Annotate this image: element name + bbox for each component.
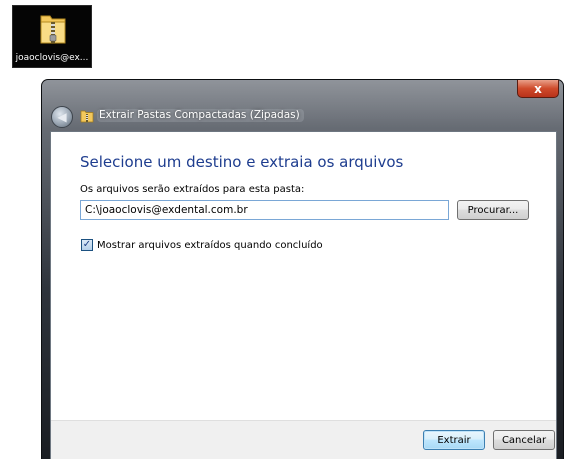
extract-dialog: x ◀ Extrair Pastas Compactadas (Zipadas)…	[41, 79, 564, 459]
window-title: Extrair Pastas Compactadas (Zipadas)	[97, 109, 304, 122]
dialog-footer: Extrair Cancelar	[51, 420, 556, 459]
desktop-zip-shortcut[interactable]: joaoclovis@ex...	[12, 5, 92, 68]
dialog-content: Selecione um destino e extraia os arquiv…	[50, 131, 557, 459]
dialog-heading: Selecione um destino e extraia os arquiv…	[80, 153, 404, 171]
checkmark-icon: ✓	[82, 239, 92, 250]
show-extracted-checkbox[interactable]: ✓	[81, 239, 93, 251]
show-extracted-label: Mostrar arquivos extraídos quando conclu…	[97, 239, 323, 251]
screen: joaoclovis@ex... x ◀ Extrair Pastas Comp…	[0, 0, 569, 459]
zip-folder-icon	[40, 15, 66, 44]
desktop-icon-label: joaoclovis@ex...	[15, 53, 89, 63]
destination-label: Os arquivos serão extraídos para esta pa…	[80, 184, 305, 195]
destination-path-input[interactable]	[80, 200, 449, 220]
browse-button[interactable]: Procurar...	[457, 200, 529, 220]
show-extracted-option[interactable]: ✓ Mostrar arquivos extraídos quando conc…	[81, 239, 323, 251]
close-icon: x	[534, 81, 542, 96]
back-arrow-icon: ◀	[57, 110, 67, 124]
close-button[interactable]: x	[517, 80, 559, 98]
extract-button[interactable]: Extrair	[423, 430, 485, 450]
cancel-button[interactable]: Cancelar	[493, 430, 555, 450]
zip-folder-icon	[80, 110, 94, 123]
back-button[interactable]: ◀	[51, 106, 73, 128]
